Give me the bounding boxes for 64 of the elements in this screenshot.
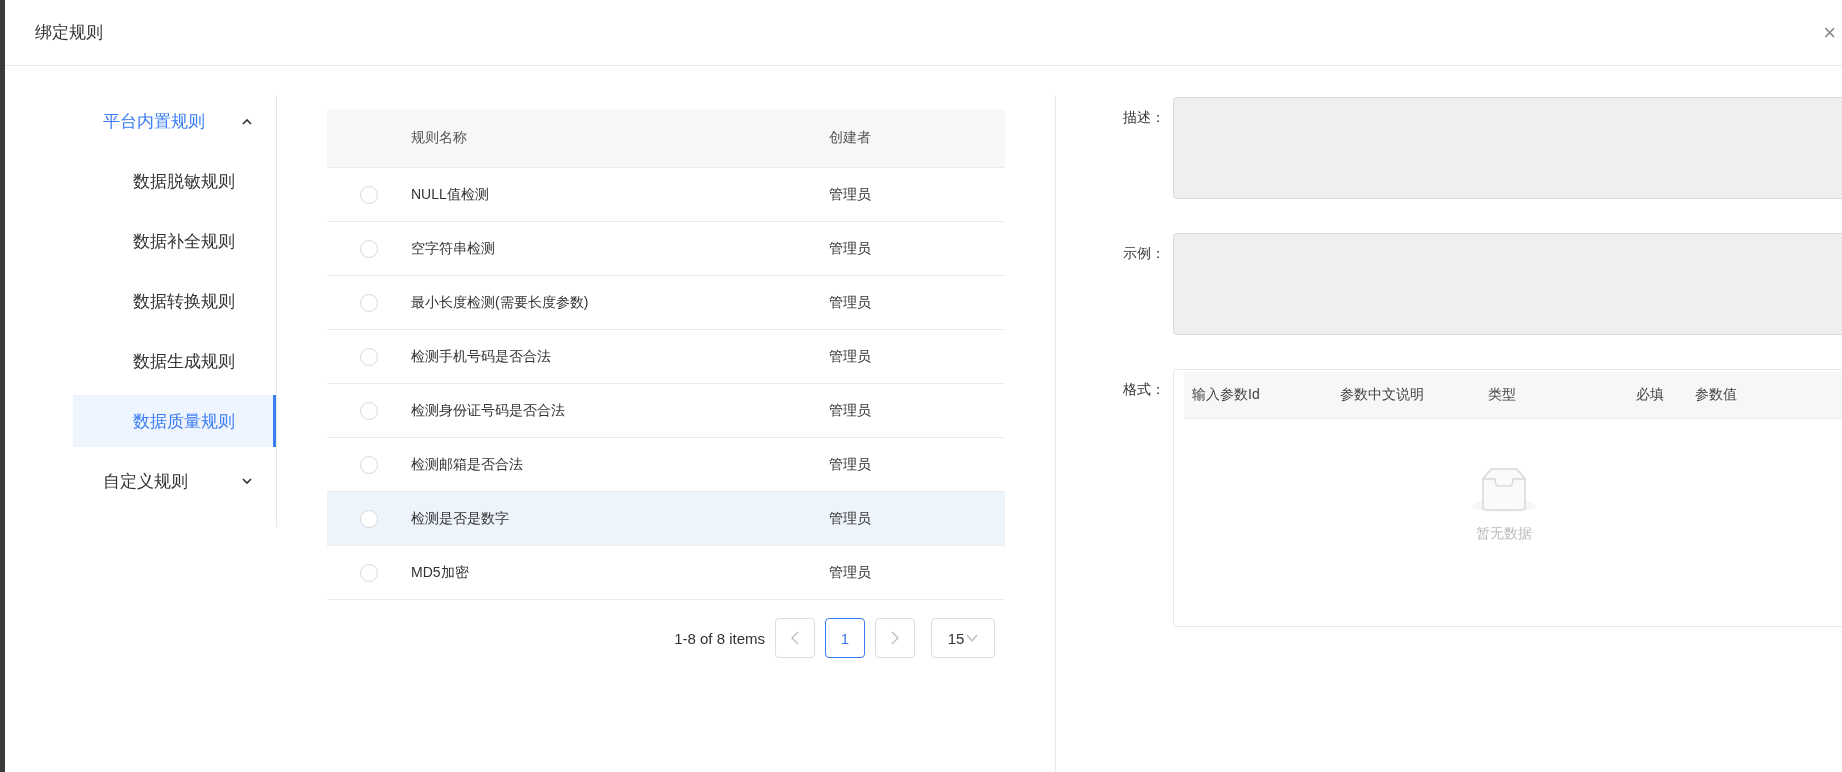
radio-button[interactable] (360, 293, 378, 312)
radio-button[interactable] (360, 509, 378, 528)
radio-button[interactable] (360, 347, 378, 366)
table-row[interactable]: 空字符串检测 管理员 (327, 222, 1005, 276)
menu-group[interactable]: 自定义规则 (73, 455, 276, 507)
chevron-icon (242, 117, 252, 125)
close-button[interactable]: × (1819, 19, 1840, 46)
pagination-total: 1-8 of 8 items (674, 629, 765, 647)
table-cell-text: 管理员 (829, 185, 872, 204)
column-header: 类型 (1487, 386, 1517, 404)
next-page-button[interactable] (875, 618, 915, 658)
table-cell-text: 管理员 (829, 293, 872, 312)
table-row[interactable]: MD5加密 管理员 (327, 546, 1005, 600)
field-label: 格式： (1122, 380, 1166, 399)
menu-item[interactable]: 数据生成规则 (73, 335, 276, 387)
column-header: 规则名称 (411, 129, 468, 147)
radio-button[interactable] (360, 563, 378, 582)
page-button[interactable]: 1 (825, 618, 865, 658)
table-cell-text: 最小长度检测(需要长度参数) (411, 293, 590, 312)
empty-message: 暂无数据 (1476, 525, 1532, 543)
chevron-left-icon (791, 631, 799, 645)
table-cell-text: 管理员 (829, 509, 872, 528)
column-header: 创建者 (829, 129, 872, 147)
table-cell-text: 管理员 (829, 563, 872, 582)
menu-item[interactable]: 数据补全规则 (73, 215, 276, 267)
table-row[interactable]: 检测手机号码是否合法 管理员 (327, 330, 1005, 384)
menu-group-label: 平台内置规则 (103, 110, 205, 133)
table-cell-text: 检测邮箱是否合法 (411, 455, 524, 474)
radio-button[interactable] (360, 185, 378, 204)
table-cell-text: 检测是否是数字 (411, 509, 510, 528)
table-cell-text: NULL值检测 (411, 185, 490, 204)
caret-down-icon (966, 634, 979, 642)
chevron-icon (242, 477, 252, 485)
page-size-select[interactable]: 15 (931, 618, 995, 658)
column-header: 输入参数Id (1191, 386, 1261, 404)
column-header: 参数值 (1694, 386, 1738, 404)
column-header: 必填 (1635, 386, 1665, 404)
table-cell-text: 管理员 (829, 347, 872, 366)
table-row[interactable]: 检测身份证号码是否合法 管理员 (327, 384, 1005, 438)
table-row[interactable]: NULL值检测 管理员 (327, 168, 1005, 222)
table-cell-text: 管理员 (829, 239, 872, 258)
previous-page-button[interactable] (775, 618, 815, 658)
menu-item[interactable]: 数据转换规则 (73, 275, 276, 327)
dialog-title: 绑定规则 (35, 22, 103, 44)
table-cell-text: 检测身份证号码是否合法 (411, 401, 566, 420)
table-cell-text: 管理员 (829, 401, 872, 420)
table-cell-text: 管理员 (829, 455, 872, 474)
empty-box-icon (1471, 467, 1537, 513)
table-row[interactable]: 检测是否是数字 管理员 (327, 492, 1005, 546)
menu-group[interactable]: 平台内置规则 (73, 95, 276, 147)
radio-button[interactable] (360, 455, 378, 474)
menu-item[interactable]: 数据脱敏规则 (73, 155, 276, 207)
menu-group-label: 自定义规则 (103, 470, 188, 493)
column-header: 参数中文说明 (1339, 386, 1425, 404)
table-row[interactable]: 最小长度检测(需要长度参数) 管理员 (327, 276, 1005, 330)
table-cell-text: MD5加密 (411, 563, 470, 582)
field-label: 描述： (1122, 108, 1166, 127)
chevron-right-icon (891, 631, 899, 645)
radio-button[interactable] (360, 401, 378, 420)
table-cell-text: 空字符串检测 (411, 239, 496, 258)
table-cell-text: 检测手机号码是否合法 (411, 347, 552, 366)
menu-item[interactable]: 数据质量规则 (73, 395, 276, 447)
field-label: 示例： (1122, 244, 1166, 263)
radio-button[interactable] (360, 239, 378, 258)
